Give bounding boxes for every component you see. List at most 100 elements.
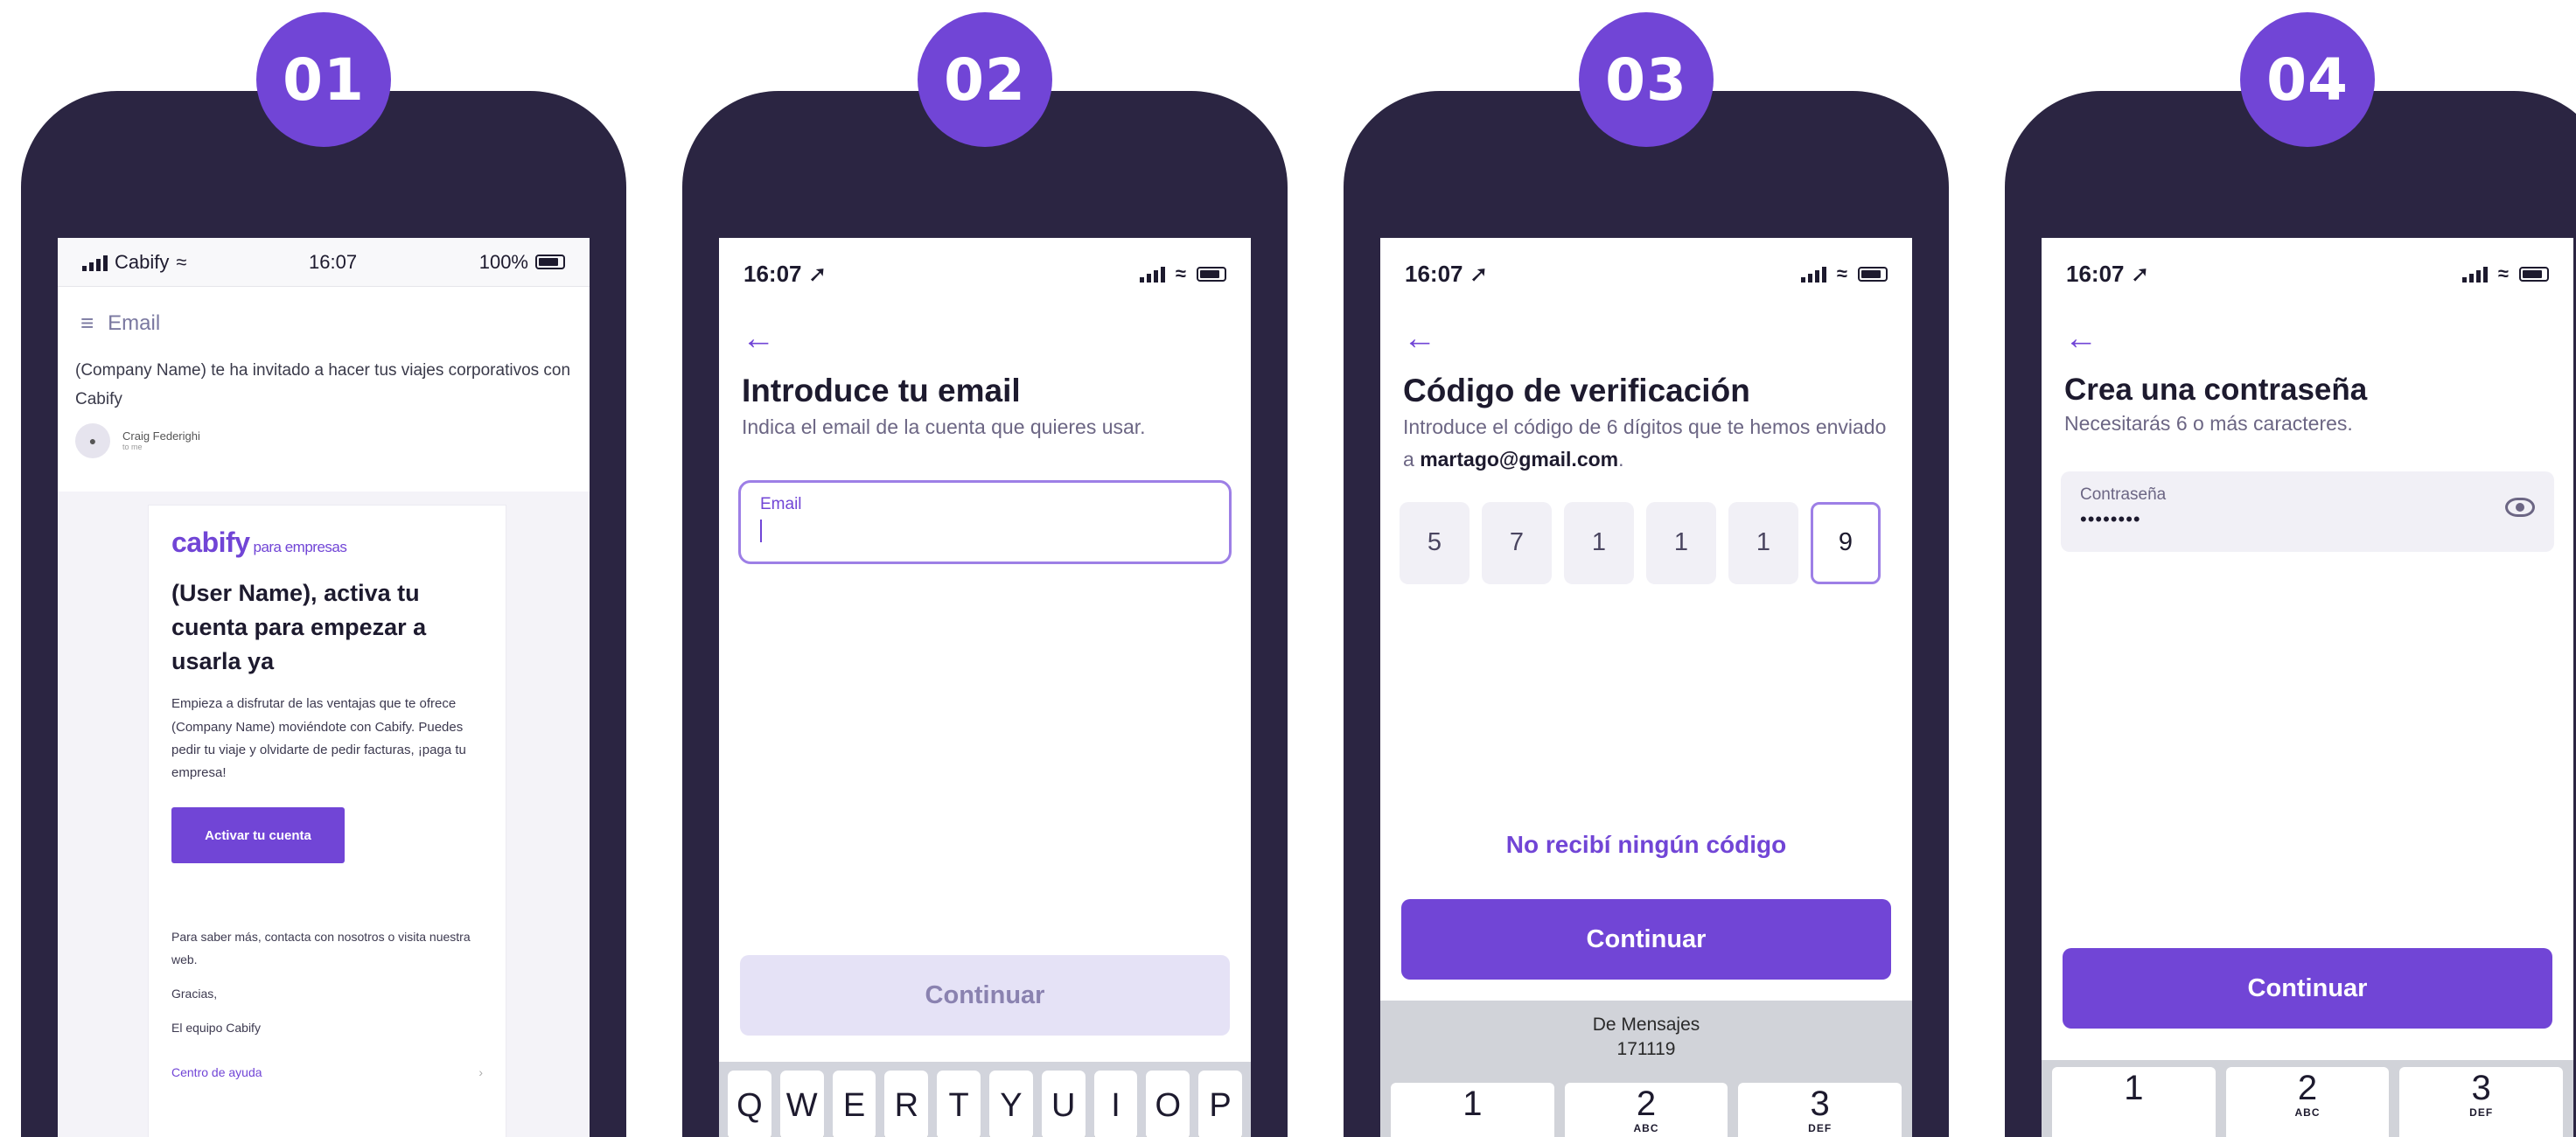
code-digit[interactable]: 1 [1646,501,1716,584]
key-1[interactable]: 1 [2052,1067,2216,1137]
location-arrow-icon: ➚ [807,260,827,287]
battery-icon [1858,266,1888,282]
key-o[interactable]: O [1146,1071,1190,1137]
mail-subject: (Company Name) te ha invitado a hacer tu… [75,361,571,409]
step-badge: 03 [1579,12,1714,147]
key-u[interactable]: U [1041,1071,1086,1137]
password-field-label: Contraseña [2080,485,2167,504]
step-2: 02 16:07 ➚ ≈ ← Introduce tu email Indica… [682,0,1288,1137]
chevron-right-icon: › [478,1065,483,1080]
mail-folder-title: Email [108,310,161,335]
battery-icon [1197,266,1226,282]
avatar-icon: ● [75,422,110,458]
mail-title: (User Name), activa tu cuenta para empez… [171,580,427,675]
back-arrow-icon[interactable]: ← [2042,310,2573,367]
key-e[interactable]: E [832,1071,876,1137]
location-arrow-icon: ➚ [1469,260,1489,287]
carrier-label: Cabify [115,250,170,273]
mail-contact-text: Para saber más, contacta con nosotros o … [171,930,471,966]
menu-icon[interactable]: ≡ [80,310,94,337]
wifi-icon: ≈ [1836,262,1847,284]
sender-recipient: to me [122,443,143,451]
password-value: •••••••• [2080,507,2141,530]
verification-screen: 16:07 ➚ ≈ ← Código de verificación Intro… [1380,238,1912,1137]
wifi-icon: ≈ [2497,262,2509,284]
help-center-link[interactable]: Centro de ayuda › [149,1065,506,1079]
back-arrow-icon[interactable]: ← [719,310,1251,367]
step-badge: 02 [918,12,1052,147]
key-w[interactable]: W [779,1071,824,1137]
signal-icon [1800,265,1826,283]
key-r[interactable]: R [884,1071,929,1137]
code-digit-active[interactable]: 9 [1811,501,1881,584]
key-i[interactable]: I [1093,1071,1138,1137]
continue-button[interactable]: Continuar [2063,948,2552,1029]
status-time: 16:07 [2066,260,2125,287]
email-field-label: Email [760,494,802,513]
wifi-icon: ≈ [1175,262,1186,284]
status-time: 16:07 [743,260,802,287]
status-time: 16:07 [1405,260,1463,287]
key-1[interactable]: 1 [1391,1083,1554,1137]
cabify-logo: cabify para empresas [171,527,347,558]
step-1: 01 Cabify ≈ 16:07 100% ≡ Email (Company … [21,0,626,1137]
status-bar: 16:07 ➚ ≈ [1380,238,1912,310]
code-digit[interactable]: 1 [1728,501,1798,584]
suggestion-code: 171119 [1616,1039,1676,1060]
resend-code-link[interactable]: No recibí ningún código [1380,831,1912,859]
status-time: 16:07 [309,250,358,273]
mail-header: ≡ Email [58,287,590,347]
email-entry-screen: 16:07 ➚ ≈ ← Introduce tu email Indica el… [719,238,1251,1137]
mail-sender: ● Craig Federighi to me [58,422,590,458]
numeric-keypad: 1 2 ABC 3 DEF [2042,1060,2573,1137]
continue-button[interactable]: Continuar [740,955,1230,1036]
page-subtitle: Introduce el código de 6 dígitos que te … [1403,415,1887,471]
mail-body: Empieza a disfrutar de las ventajas que … [171,696,466,781]
show-password-eye-icon[interactable] [2505,497,2535,517]
signal-icon [2461,265,2488,283]
code-digit[interactable]: 7 [1482,501,1552,584]
numeric-keypad: 1 2 ABC 3 DEF [1380,1083,1912,1137]
step-4: 04 16:07 ➚ ≈ ← Crea una contraseña Neces… [2005,0,2576,1137]
step-badge: 04 [2240,12,2375,147]
key-3[interactable]: 3 DEF [2399,1067,2564,1137]
signal-icon [1139,265,1165,283]
key-3[interactable]: 3 DEF [1738,1083,1902,1137]
phone-frame: 16:07 ➚ ≈ ← Introduce tu email Indica el… [682,91,1288,1137]
key-y[interactable]: Y [988,1071,1033,1137]
battery-icon [535,255,565,269]
phone-frame: 16:07 ➚ ≈ ← Código de verificación Intro… [1344,91,1949,1137]
mail-signature: El equipo Cabify [171,1020,261,1035]
code-digit[interactable]: 1 [1564,501,1634,584]
status-bar: 16:07 ➚ ≈ [719,238,1251,310]
code-digit[interactable]: 5 [1400,501,1470,584]
status-bar: Cabify ≈ 16:07 100% [58,238,590,287]
step-3: 03 16:07 ➚ ≈ ← Código de verificación In… [1344,0,1949,1137]
autofill-suggestion[interactable]: De Mensajes 171119 [1380,1001,1912,1083]
page-subtitle: Necesitarás 6 o más caracteres. [2064,412,2353,435]
battery-percent: 100% [478,250,528,273]
back-arrow-icon[interactable]: ← [1380,310,1912,367]
phone-frame: Cabify ≈ 16:07 100% ≡ Email (Company Nam… [21,91,626,1137]
signal-icon [82,254,108,271]
key-2[interactable]: 2 ABC [2225,1067,2390,1137]
key-q[interactable]: Q [728,1071,771,1137]
password-screen: 16:07 ➚ ≈ ← Crea una contraseña Necesita… [2042,238,2573,1137]
wifi-icon: ≈ [176,250,187,273]
continue-button[interactable]: Continuar [1401,899,1891,980]
page-title: Crea una contraseña [2064,373,2368,407]
key-2[interactable]: 2 ABC [1564,1083,1728,1137]
page-title: Introduce tu email [742,373,1021,408]
code-input[interactable]: 5 7 1 1 1 9 [1380,501,1912,584]
key-t[interactable]: T [937,1071,981,1137]
email-field[interactable]: Email [738,479,1232,564]
activate-account-button[interactable]: Activar tu cuenta [171,807,345,864]
key-p[interactable]: P [1198,1071,1242,1137]
battery-icon [2519,266,2549,282]
keyboard: Q W E R T Y U I O P [719,1062,1251,1137]
page-title: Código de verificación [1403,373,1750,408]
location-arrow-icon: ➚ [2130,260,2150,287]
text-cursor [760,519,762,542]
sender-name: Craig Federighi [122,429,200,443]
password-field[interactable]: Contraseña •••••••• [2061,471,2554,552]
